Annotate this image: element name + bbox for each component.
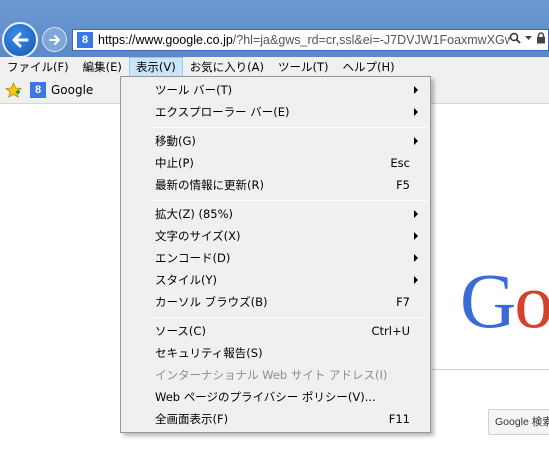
submenu-arrow-icon <box>414 276 418 284</box>
view-menu-item-caret-browsing[interactable]: カーソル ブラウズ(B) F7 <box>121 291 430 313</box>
back-arrow-icon <box>12 32 29 48</box>
menu-separator <box>151 200 427 201</box>
favorites-star-icon[interactable] <box>5 81 22 99</box>
url-host: https://www.google.co.jp <box>98 33 233 47</box>
submenu-arrow-icon <box>414 254 418 262</box>
url-text[interactable]: https://www.google.co.jp/?hl=ja&gws_rd=c… <box>98 33 510 47</box>
google-favicon-icon: 8 <box>30 82 46 98</box>
menu-favorites[interactable]: お気に入り(A) <box>183 57 271 77</box>
google-logo: Go <box>460 257 549 344</box>
back-button[interactable] <box>2 22 38 58</box>
lock-icon[interactable] <box>536 32 546 44</box>
menu-file[interactable]: ファイル(F) <box>0 57 76 77</box>
address-bar[interactable]: 8 https://www.google.co.jp/?hl=ja&gws_rd… <box>72 29 549 51</box>
view-menu-dropdown: ツール バー(T) エクスプローラー バー(E) 移動(G) 中止(P) Esc… <box>120 76 431 433</box>
view-menu-item-stop[interactable]: 中止(P) Esc <box>121 152 430 174</box>
address-bar-actions <box>509 32 546 44</box>
site-favicon-icon: 8 <box>77 32 93 48</box>
view-menu-item-text-size[interactable]: 文字のサイズ(X) <box>121 225 430 247</box>
submenu-arrow-icon <box>414 86 418 94</box>
submenu-arrow-icon <box>414 137 418 145</box>
search-box-underline <box>432 369 549 370</box>
submenu-arrow-icon <box>414 232 418 240</box>
url-path: /?hl=ja&gws_rd=cr,ssl&ei=-J7DVJW1FoaxmwX… <box>232 33 510 47</box>
menu-help[interactable]: ヘルプ(H) <box>336 57 402 77</box>
view-menu-item-explorer-bars[interactable]: エクスプローラー バー(E) <box>121 101 430 123</box>
search-icon[interactable] <box>509 32 521 44</box>
view-menu-item-toolbars[interactable]: ツール バー(T) <box>121 79 430 101</box>
favorite-link-google[interactable]: Google <box>51 83 93 97</box>
submenu-arrow-icon <box>414 210 418 218</box>
forward-button[interactable] <box>42 27 67 52</box>
view-menu-item-refresh[interactable]: 最新の情報に更新(R) F5 <box>121 174 430 196</box>
view-menu-item-zoom[interactable]: 拡大(Z) (85%) <box>121 203 430 225</box>
view-menu-item-go-to[interactable]: 移動(G) <box>121 130 430 152</box>
menu-separator <box>151 317 427 318</box>
menu-edit[interactable]: 編集(E) <box>76 57 129 77</box>
view-menu-item-security-report[interactable]: セキュリティ報告(S) <box>121 342 430 364</box>
browser-toolbar: 8 https://www.google.co.jp/?hl=ja&gws_rd… <box>0 0 549 58</box>
dropdown-arrow-icon[interactable] <box>525 35 532 41</box>
view-menu-item-source[interactable]: ソース(C) Ctrl+U <box>121 320 430 342</box>
menu-tools[interactable]: ツール(T) <box>271 57 336 77</box>
view-menu-item-privacy-policy[interactable]: Web ページのプライバシー ポリシー(V)... <box>121 386 430 408</box>
view-menu-item-style[interactable]: スタイル(Y) <box>121 269 430 291</box>
menu-separator <box>151 127 427 128</box>
forward-arrow-icon <box>48 34 60 45</box>
view-menu-item-encoding[interactable]: エンコード(D) <box>121 247 430 269</box>
menu-view[interactable]: 表示(V) <box>128 57 183 77</box>
google-search-button[interactable]: Google 検索 <box>488 409 549 435</box>
view-menu-item-full-screen[interactable]: 全画面表示(F) F11 <box>121 408 430 430</box>
menu-bar: ファイル(F) 編集(E) 表示(V) お気に入り(A) ツール(T) ヘルプ(… <box>0 57 549 77</box>
submenu-arrow-icon <box>414 108 418 116</box>
view-menu-item-international-address: インターナショナル Web サイト アドレス(I) <box>155 368 388 382</box>
